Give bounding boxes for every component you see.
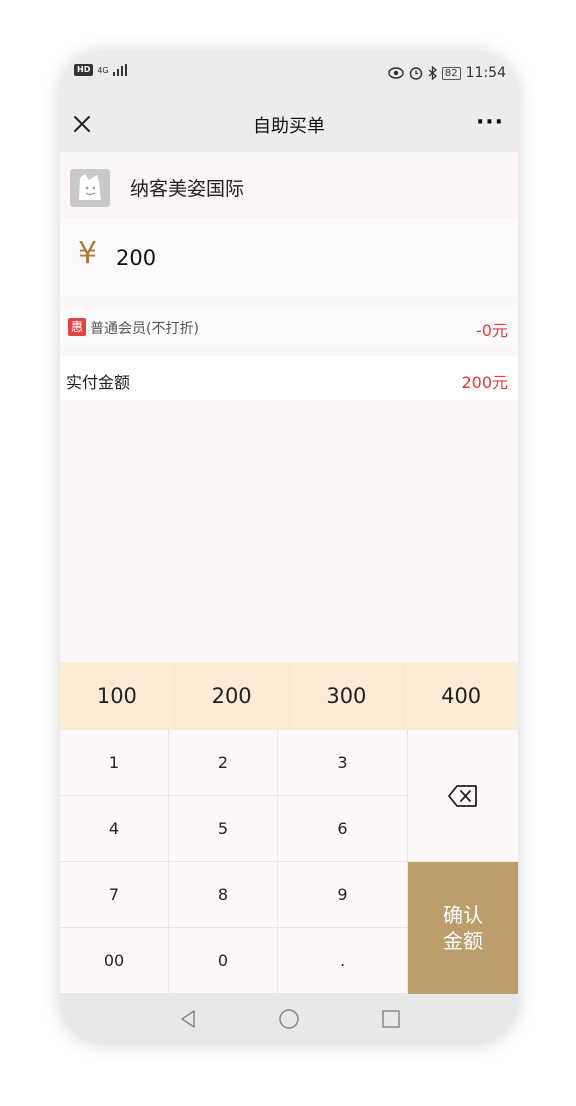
key-7[interactable]: 7 [60,862,169,928]
discount-value: -0元 [476,321,508,340]
numeric-keypad: 1 2 3 4 5 6 7 8 9 00 0 . 确认 金额 [60,730,518,994]
currency-symbol: ¥ [78,236,98,271]
discount-row[interactable]: 惠 普通会员(不打折) -0元 [60,306,518,346]
key-dot[interactable]: . [278,928,408,994]
discount-label: 普通会员(不打折) [90,321,199,337]
backspace-icon [448,784,477,807]
status-left: HD 4G [74,64,127,76]
confirm-label-line1: 确认 [443,903,483,927]
discount-badge: 惠 [68,318,86,336]
key-3[interactable]: 3 [278,730,408,796]
amount-value: 200 [116,246,157,270]
paid-row: 实付金额 200元 [60,356,518,400]
backspace-button[interactable] [408,730,518,862]
key-9[interactable]: 9 [278,862,408,928]
paid-value: 200元 [461,373,508,392]
paid-label: 实付金额 [66,373,131,392]
key-1[interactable]: 1 [60,730,169,796]
shop-name: 纳客美姿国际 [130,178,245,200]
home-circle-icon [279,1009,299,1029]
status-right: 82 11:54 [388,65,506,81]
main-content: 纳客美姿国际 ¥ 200 惠 普通会员(不打折) -0元 实付金额 200元 [60,152,518,662]
shop-row: 纳客美姿国际 [60,152,518,218]
signal-icon [112,64,127,76]
confirm-amount-button[interactable]: 确认 金额 [408,862,518,994]
back-triangle-icon [181,1010,195,1028]
home-button[interactable] [276,1006,302,1032]
page-title: 自助买单 [253,116,325,137]
key-8[interactable]: 8 [169,862,278,928]
phone-frame: HD 4G 82 11:54 自助买单 ··· 纳客美姿国际 ¥ 200 惠 普… [60,52,518,1044]
key-5[interactable]: 5 [169,796,278,862]
key-2[interactable]: 2 [169,730,278,796]
signal-label: 4G [97,65,109,75]
key-0[interactable]: 0 [169,928,278,994]
status-bar: HD 4G 82 11:54 [60,52,518,96]
battery-indicator: 82 [441,66,461,80]
recent-apps-button[interactable] [378,1006,404,1032]
key-00[interactable]: 00 [60,928,169,994]
shop-logo [70,169,110,207]
nav-bar: 自助买单 ··· [60,96,518,152]
back-button[interactable] [175,1006,201,1032]
bluetooth-icon [428,66,437,80]
quick-amount-button[interactable]: 400 [404,662,518,730]
quick-amount-button[interactable]: 100 [60,662,175,730]
shop-logo-icon [79,174,101,200]
eye-icon [388,67,404,79]
more-button[interactable]: ··· [470,106,510,138]
status-time: 11:54 [465,65,506,81]
recent-square-icon [382,1010,400,1028]
more-icon: ··· [475,109,505,135]
quick-amount-button[interactable]: 200 [175,662,290,730]
key-4[interactable]: 4 [60,796,169,862]
hd-badge: HD [74,64,94,76]
amount-input[interactable]: ¥ 200 [60,218,518,296]
alarm-icon [409,67,423,80]
quick-amount-button[interactable]: 300 [290,662,405,730]
system-nav-bar [60,994,518,1044]
key-6[interactable]: 6 [278,796,408,862]
confirm-label-line2: 金额 [443,929,483,953]
quick-amount-row: 100 200 300 400 [60,662,518,730]
